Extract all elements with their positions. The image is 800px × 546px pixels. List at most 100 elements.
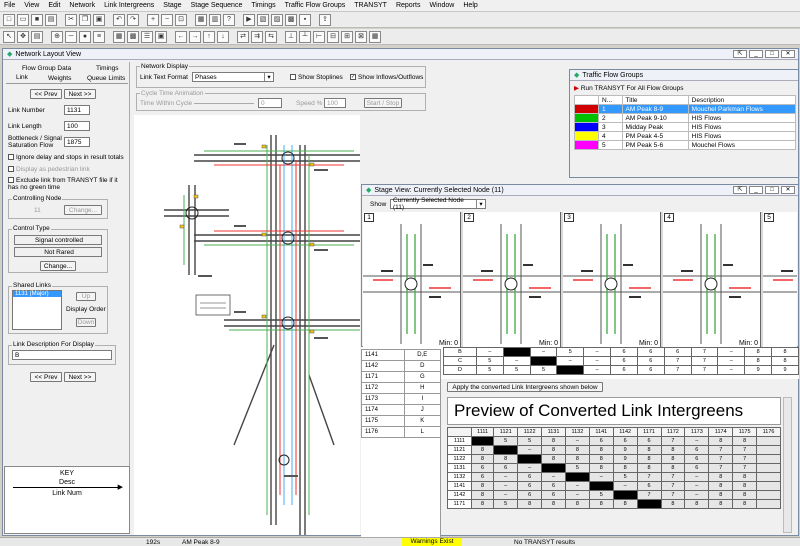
preview-cell[interactable]: 5: [493, 436, 519, 446]
preview-scrollbar[interactable]: [783, 397, 792, 533]
new-file-icon[interactable]: □: [3, 13, 15, 26]
preview-cell[interactable]: 9: [612, 445, 638, 455]
intergreen-cell[interactable]: –: [475, 347, 504, 357]
preview-cell[interactable]: [756, 463, 781, 473]
preview-cell[interactable]: [588, 481, 614, 491]
close-button[interactable]: ✕: [781, 186, 795, 194]
ignore-delay-checkbox[interactable]: Ignore delay and stops in result totals: [8, 154, 124, 161]
preview-cell[interactable]: 8: [732, 481, 758, 491]
preview-cell[interactable]: 8: [541, 445, 566, 455]
preview-cell[interactable]: [541, 463, 566, 473]
intergreen-cell[interactable]: C: [443, 356, 477, 366]
preview-cell[interactable]: –: [684, 481, 710, 491]
preview-cell[interactable]: 8: [493, 454, 519, 464]
preview-cell[interactable]: 6: [470, 463, 495, 473]
run-icon[interactable]: ▶: [243, 13, 255, 26]
tab-queue-limits[interactable]: Queue Limits: [87, 75, 125, 82]
intergreen-cell[interactable]: –: [717, 365, 746, 375]
menu-item[interactable]: Stage: [163, 2, 181, 9]
preview-cell[interactable]: 8: [588, 445, 614, 455]
speed-input[interactable]: 100: [324, 98, 346, 108]
stage-panel[interactable]: 3 Min: 0: [563, 212, 661, 349]
preview-cell[interactable]: 8: [708, 490, 734, 500]
preview-cell[interactable]: 8: [732, 499, 758, 509]
stage-panel[interactable]: 1 Min: 0: [363, 212, 461, 349]
preview-cell[interactable]: 6: [684, 463, 710, 473]
arrow-up-icon[interactable]: ↑: [203, 30, 215, 43]
network-icon[interactable]: ▦: [195, 13, 207, 26]
preview-cell[interactable]: 5: [493, 499, 519, 509]
change-control-button[interactable]: Change...: [40, 261, 76, 271]
merge-icon[interactable]: ⇉: [251, 30, 263, 43]
preview-cell[interactable]: 8: [708, 436, 734, 446]
preview-cell[interactable]: 8: [732, 472, 758, 482]
preview-cell[interactable]: 8: [588, 463, 614, 473]
preview-cell[interactable]: 8: [660, 463, 686, 473]
junction-icon[interactable]: ⊕: [51, 30, 63, 43]
link-list-row[interactable]: 1176 L: [361, 426, 442, 438]
intergreen-cell[interactable]: –: [502, 356, 531, 366]
intergreen-cell[interactable]: 5: [529, 365, 558, 375]
preview-cell[interactable]: 8: [470, 490, 495, 500]
link-icon[interactable]: ─: [65, 30, 77, 43]
preview-cell[interactable]: –: [612, 481, 638, 491]
preview-cell[interactable]: 5: [612, 472, 638, 482]
tab-timings[interactable]: Timings: [96, 65, 119, 72]
intergreen-cell[interactable]: 6: [610, 356, 638, 366]
preview-cell[interactable]: 7: [732, 445, 758, 455]
preview-cell[interactable]: 8: [564, 499, 590, 509]
preview-cell[interactable]: 8: [470, 454, 495, 464]
intergreen-cell[interactable]: 6: [663, 347, 692, 357]
maximize-button[interactable]: □: [765, 186, 779, 194]
menu-item[interactable]: Stage Sequence: [191, 2, 243, 9]
graph-icon[interactable]: ▨: [271, 13, 283, 26]
preview-cell[interactable]: 7: [636, 472, 662, 482]
preview-cell[interactable]: 7: [708, 463, 734, 473]
pedestrian-checkbox[interactable]: Display as pedestrian link: [8, 166, 90, 173]
preview-cell[interactable]: 7: [660, 472, 686, 482]
flow-group-row[interactable]: 1 AM Peak 8-9 Mouchel Parkman Flows: [574, 104, 797, 114]
preview-cell[interactable]: 8: [517, 499, 543, 509]
menu-item[interactable]: View: [24, 2, 39, 9]
preview-cell[interactable]: 9: [612, 454, 638, 464]
align-icon[interactable]: ≡: [93, 30, 105, 43]
preview-cell[interactable]: 8: [660, 499, 686, 509]
matrix-icon[interactable]: ⊠: [355, 30, 367, 43]
preview-cell[interactable]: 7: [660, 490, 686, 500]
intergreen-cell[interactable]: –: [583, 347, 612, 357]
maximize-button[interactable]: □: [765, 50, 779, 58]
preview-cell[interactable]: [564, 472, 590, 482]
show-stoplines-checkbox[interactable]: Show Stoplines: [290, 74, 343, 81]
preview-cell[interactable]: –: [493, 490, 519, 500]
intergreen-cell[interactable]: 8: [744, 356, 773, 366]
paste-icon[interactable]: ▣: [93, 13, 105, 26]
preview-cell[interactable]: 6: [612, 436, 638, 446]
link-list-row[interactable]: 1175 K: [361, 415, 442, 427]
link-list-row[interactable]: 1171 G: [361, 371, 442, 383]
preview-cell[interactable]: 6: [517, 490, 543, 500]
zoom-out-icon[interactable]: −: [161, 13, 173, 26]
preview-cell[interactable]: [756, 445, 781, 455]
preview-cell[interactable]: 7: [636, 490, 662, 500]
open-folder-icon[interactable]: ▭: [17, 13, 29, 26]
preview-cell[interactable]: 8: [470, 481, 495, 491]
intergreen-cell[interactable]: 9: [744, 365, 773, 375]
status-warnings[interactable]: Warnings Exist: [402, 538, 462, 546]
link-list-row[interactable]: 1174 J: [361, 404, 442, 416]
preview-cell[interactable]: 7: [708, 445, 734, 455]
intergreen-cell[interactable]: –: [583, 365, 612, 375]
intergreen-cell[interactable]: 7: [690, 365, 719, 375]
help-icon[interactable]: ?: [223, 13, 235, 26]
intergreen-cell[interactable]: 7: [663, 356, 692, 366]
exclude-link-checkbox[interactable]: Exclude link from TRANSYT file if it has…: [8, 177, 128, 191]
intergreen-cell[interactable]: 8: [744, 347, 773, 357]
preview-cell[interactable]: 8: [660, 445, 686, 455]
intergreen-cell[interactable]: 7: [663, 365, 692, 375]
close-button[interactable]: ✕: [781, 50, 795, 58]
intergreen-cell[interactable]: [556, 365, 585, 375]
preview-cell[interactable]: 8: [660, 454, 686, 464]
stage-panel[interactable]: 4 Min: 0: [663, 212, 761, 349]
list-icon[interactable]: ☰: [141, 30, 153, 43]
preview-cell[interactable]: 8: [636, 463, 662, 473]
results-icon[interactable]: ▧: [257, 13, 269, 26]
